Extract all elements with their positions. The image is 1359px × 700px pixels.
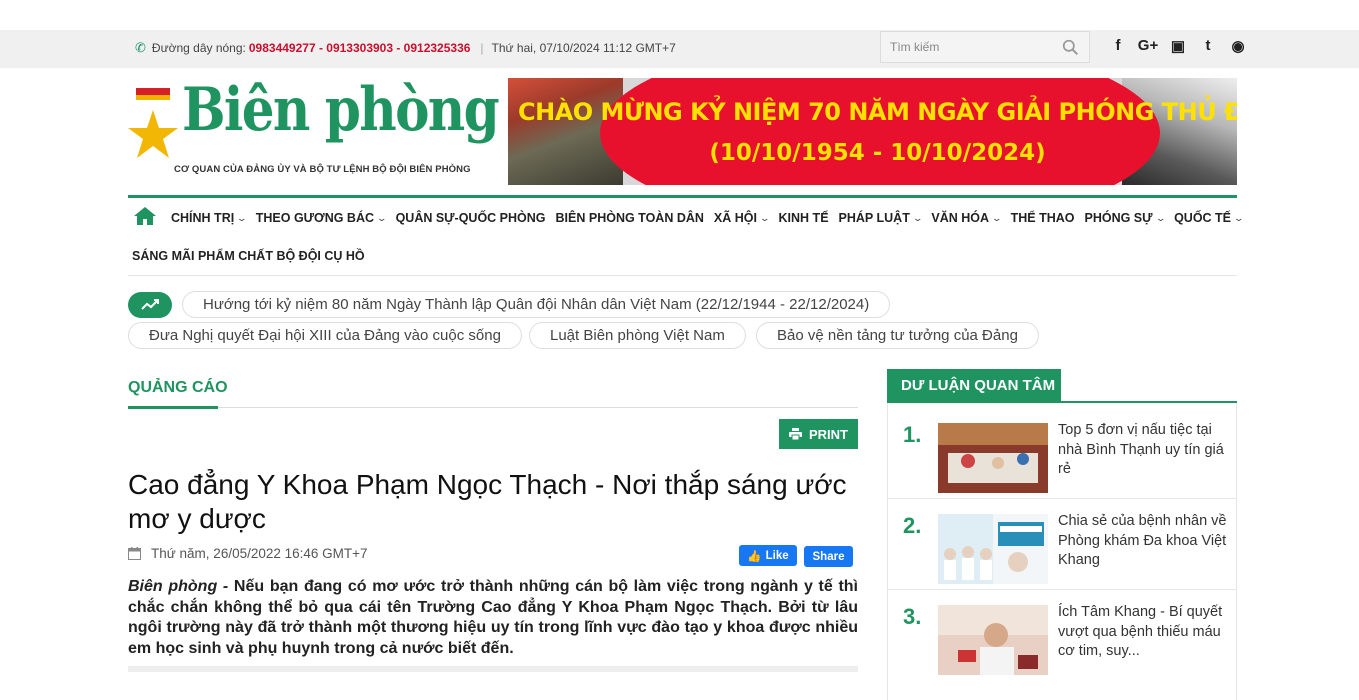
nav-theo-guong-bac[interactable]: THEO GƯƠNG BÁC ⌄ (256, 211, 388, 225)
item-title[interactable]: Ích Tâm Khang - Bí quyết vượt qua bệnh t… (1058, 603, 1230, 662)
hotline-label: Đường dây nóng: (151, 41, 246, 55)
logo-name: Biên phòng (182, 75, 500, 145)
nav-kinh-te[interactable]: KINH TẾ (779, 211, 829, 225)
logo-tagline: CƠ QUAN CỦA ĐẢNG ỦY VÀ BỘ TƯ LỆNH BỘ ĐỘI… (174, 164, 471, 175)
nav-phap-luat[interactable]: PHÁP LUẬT ⌄ (839, 211, 924, 225)
item-title[interactable]: Top 5 đơn vị nấu tiệc tại nhà Bình Thạnh… (1058, 421, 1230, 480)
chevron-down-icon: ⌄ (236, 212, 248, 223)
search-input[interactable] (881, 32, 1056, 62)
twitter-icon[interactable]: t (1193, 37, 1223, 55)
facebook-icon[interactable]: f (1103, 37, 1133, 55)
news-thumbnail[interactable] (938, 605, 1048, 675)
topic-tag[interactable]: Bảo vệ nền tảng tư tưởng của Đảng (756, 322, 1039, 349)
anniversary-banner[interactable]: CHÀO MỪNG KỶ NIỆM 70 NĂM NGÀY GIẢI PHÓNG… (508, 78, 1237, 185)
nav-top-border (128, 195, 1237, 198)
article-title: Cao đẳng Y Khoa Phạm Ngọc Thạch - Nơi th… (128, 469, 847, 534)
youtube-icon[interactable]: ▣ (1163, 37, 1193, 55)
nav-chinh-tri[interactable]: CHÍNH TRỊ ⌄ (171, 211, 248, 225)
nav-xa-hoi[interactable]: XÃ HỘI ⌄ (714, 211, 771, 225)
item-number: 3. (903, 604, 922, 629)
topic-tag[interactable]: Đưa Nghị quyết Đại hội XIII của Đảng vào… (128, 322, 522, 349)
news-thumbnail[interactable] (938, 423, 1048, 493)
article-lead: Biên phòng - Nếu bạn đang có mơ ước trở … (128, 577, 858, 659)
search-box (880, 31, 1090, 63)
section-title[interactable]: QUẢNG CÁO (128, 379, 228, 397)
print-button[interactable]: PRINT (779, 419, 858, 449)
item-title[interactable]: Chia sẻ của bệnh nhân về Phòng khám Đa k… (1058, 512, 1230, 571)
chevron-down-icon: ⌄ (911, 212, 924, 223)
sidebar-news-item[interactable]: 1. Top 5 đơn vị nấu tiệc tại nhà Bình Th… (887, 408, 1237, 499)
home-icon[interactable] (134, 207, 156, 225)
sidebar-title: DƯ LUẬN QUAN TÂM (887, 369, 1061, 403)
news-thumbnail[interactable] (938, 514, 1048, 584)
nav-quan-su-quoc-phong[interactable]: QUÂN SỰ-QUỐC PHÒNG (396, 211, 546, 225)
nav-the-thao[interactable]: THỂ THAO (1011, 211, 1075, 225)
section-underline (128, 406, 218, 409)
banner-red-shape (600, 78, 1160, 185)
thumbs-up-icon: 👍 (747, 550, 762, 563)
item-number: 1. (903, 422, 922, 447)
nav-bottom-border (128, 275, 1237, 276)
divider: | (480, 41, 484, 55)
chevron-down-icon: ⌄ (1233, 212, 1245, 223)
chevron-down-icon: ⌄ (759, 212, 771, 223)
topic-tag[interactable]: Hướng tới kỷ niệm 80 năm Ngày Thành lập … (182, 291, 891, 318)
facebook-share-button[interactable]: Share (804, 546, 853, 567)
content-divider (128, 666, 858, 672)
item-number: 2. (903, 513, 922, 538)
banner-dates: (10/10/1954 - 10/10/2024) (709, 140, 1046, 166)
star-emblem-icon (128, 88, 178, 158)
lead-text: Nếu bạn đang có mơ ước trở thành những c… (128, 578, 859, 657)
chevron-down-icon: ⌄ (376, 212, 388, 223)
print-label: PRINT (809, 426, 848, 442)
nav-quoc-te[interactable]: QUỐC TẾ ⌄ (1174, 211, 1245, 225)
social-links: f G+ ▣ t ◉ (1103, 37, 1253, 55)
search-icon[interactable] (1062, 39, 1079, 56)
calendar-icon (128, 547, 141, 560)
phone-icon: ✆ (135, 40, 146, 55)
nav-sang-mai-pham-chat[interactable]: SÁNG MÃI PHẨM CHẤT BỘ ĐỘI CỤ HỒ (132, 249, 365, 263)
lead-source: Biên phòng - (128, 578, 229, 595)
printer-icon (789, 428, 802, 440)
nav-phong-su[interactable]: PHÓNG SỰ ⌄ (1084, 211, 1166, 225)
article-date-text: Thứ năm, 26/05/2022 16:46 GMT+7 (151, 546, 368, 561)
facebook-like-button[interactable]: 👍 Like (739, 545, 797, 566)
sidebar-news-item[interactable]: 3. Ích Tâm Khang - Bí quyết vượt qua bện… (887, 590, 1237, 681)
nav-bien-phong-toan-dan[interactable]: BIÊN PHÒNG TOÀN DÂN (556, 211, 704, 225)
hotline-numbers[interactable]: 0983449277 - 0913303903 - 0912325336 (249, 41, 471, 55)
site-logo[interactable]: Biên phòng CƠ QUAN CỦA ĐẢNG ỦY VÀ BỘ TƯ … (128, 80, 500, 182)
section-divider (128, 407, 858, 408)
chevron-down-icon: ⌄ (991, 212, 1003, 223)
sidebar-news-item[interactable]: 2. Chia sẻ của bệnh nhân về Phòng khám Đ… (887, 499, 1237, 590)
rss-icon[interactable]: ◉ (1223, 37, 1253, 55)
chevron-down-icon: ⌄ (1154, 212, 1166, 223)
trending-icon (128, 292, 172, 318)
topic-tag[interactable]: Luật Biên phòng Việt Nam (529, 322, 746, 349)
banner-headline: CHÀO MỪNG KỶ NIỆM 70 NĂM NGÀY GIẢI PHÓNG… (518, 98, 1237, 126)
hotline: ✆ Đường dây nóng: 0983449277 - 091330390… (135, 40, 676, 56)
current-datetime: Thứ hai, 07/10/2024 11:12 GMT+7 (491, 41, 676, 55)
google-plus-icon[interactable]: G+ (1133, 37, 1163, 55)
article-date: Thứ năm, 26/05/2022 16:46 GMT+7 (128, 546, 368, 561)
nav-van-hoa[interactable]: VĂN HÓA ⌄ (931, 211, 1003, 225)
